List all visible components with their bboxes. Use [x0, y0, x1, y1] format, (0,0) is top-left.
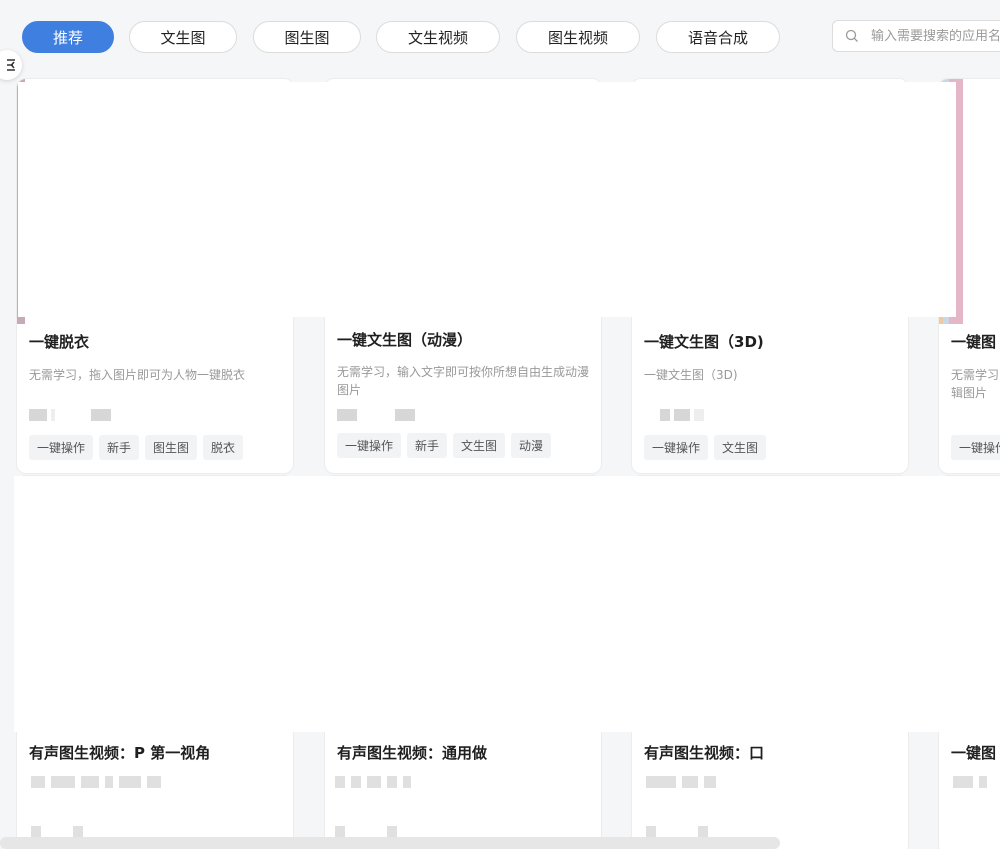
tag[interactable]: 脱衣	[203, 435, 244, 460]
filter-tab-recommend[interactable]: 推荐	[22, 21, 114, 53]
card-description-blurred	[646, 776, 716, 788]
tag[interactable]: 图生图	[145, 435, 198, 460]
card-description-blurred	[31, 776, 161, 788]
card-title: 一键脱衣	[29, 333, 90, 351]
menu-collapse-icon	[7, 59, 15, 71]
card-title: 一键图	[951, 333, 997, 351]
search-icon	[845, 29, 858, 42]
tag[interactable]: 新手	[407, 433, 448, 458]
card-title: 一键文生图（3D)	[644, 333, 764, 351]
tag[interactable]: 文生图	[714, 435, 767, 460]
filter-bar: 推荐 文生图 图生图 文生视频 图生视频 语音合成	[0, 0, 1000, 74]
tag[interactable]: 一键操作	[644, 435, 709, 460]
search-input[interactable]	[871, 28, 1000, 44]
card-description-blurred	[335, 776, 411, 788]
card-author-info	[29, 409, 111, 421]
filter-tab-image-to-video[interactable]: 图生视频	[516, 21, 640, 53]
filter-tab-speech-synthesis[interactable]: 语音合成	[656, 21, 780, 53]
tag[interactable]: 新手	[99, 435, 140, 460]
tag[interactable]: 文生图	[453, 433, 506, 458]
filter-tab-image-to-image[interactable]: 图生图	[253, 21, 361, 53]
tag[interactable]: 一键操作	[951, 435, 1000, 460]
card-title: 有声图生视频：口	[644, 744, 765, 762]
tag[interactable]: 动漫	[511, 433, 552, 458]
card-title: 一键文生图（动漫）	[337, 331, 473, 349]
card-tags: 一键操作 新手 文生图 动漫	[337, 433, 552, 458]
tag[interactable]: 一键操作	[337, 433, 402, 458]
card-author-info	[337, 409, 415, 421]
card-tags: 一键操作	[951, 435, 1000, 460]
filter-tab-text-to-video[interactable]: 文生视频	[376, 21, 500, 53]
thumbnail-placeholder-row2	[14, 476, 1000, 732]
card-description: 无需学习辑图片	[951, 368, 1000, 400]
filter-tab-text-to-image[interactable]: 文生图	[129, 21, 237, 53]
card-title: 一键图	[951, 744, 997, 762]
card-description: 一键文生图（3D)	[644, 368, 738, 382]
card-description: 无需学习，输入文字即可按你所想自由生成动漫图片	[337, 365, 590, 397]
card-description: 无需学习，拖入图片即可为人物一键脱衣	[29, 368, 246, 382]
card-title: 有声图生视频：P 第一视角	[29, 744, 211, 762]
horizontal-scrollbar[interactable]	[0, 837, 780, 849]
card-tags: 一键操作 新手 图生图 脱衣	[29, 435, 244, 460]
tag[interactable]: 一键操作	[29, 435, 94, 460]
thumbnail-placeholder-row1	[18, 82, 956, 317]
card-title: 有声图生视频：通用做	[337, 744, 488, 762]
search-box[interactable]	[832, 20, 1000, 52]
card-author-info	[660, 409, 704, 421]
card-description-blurred	[953, 776, 987, 788]
card-tags: 一键操作 文生图	[644, 435, 767, 460]
